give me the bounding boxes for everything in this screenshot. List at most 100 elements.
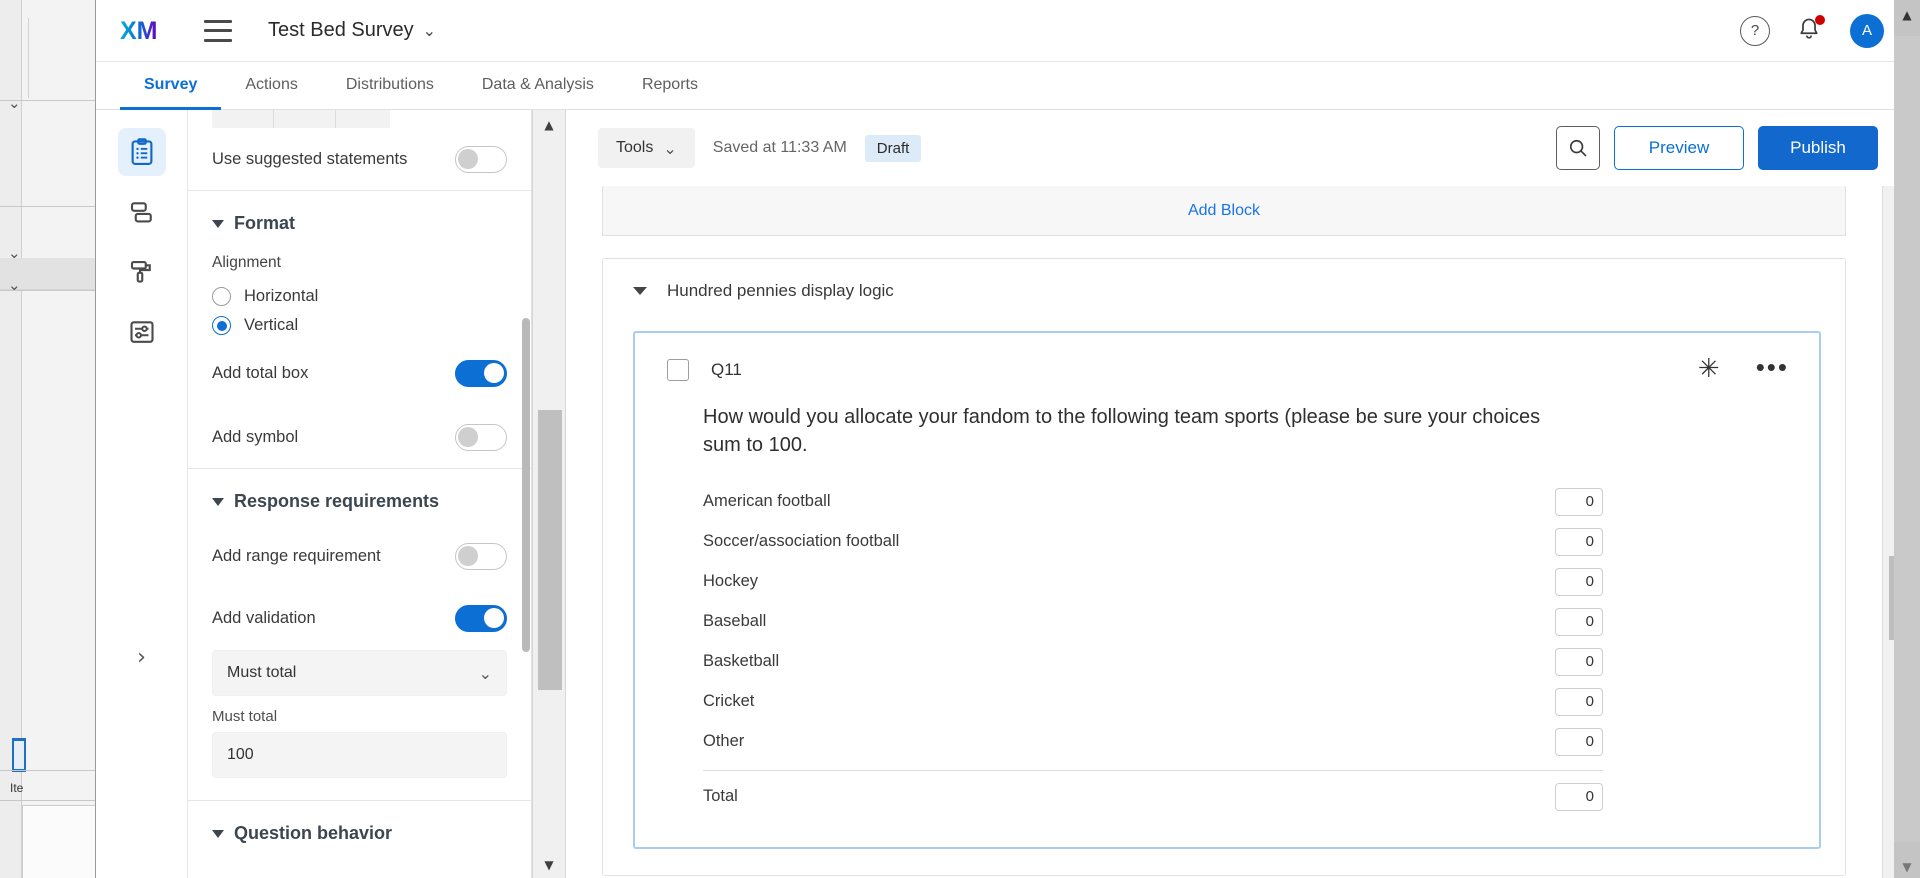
chip-3[interactable]: [336, 110, 390, 128]
survey-block-card: Hundred pennies display logic Q11 ✳ •••: [602, 258, 1846, 876]
more-options-icon[interactable]: •••: [1756, 355, 1789, 380]
survey-title-dropdown[interactable]: Test Bed Survey ⌄: [268, 19, 436, 42]
publish-button[interactable]: Publish: [1758, 126, 1878, 170]
format-section-header[interactable]: Format: [212, 191, 507, 248]
expand-panel-chevron-icon[interactable]: ›: [137, 645, 146, 670]
list-item: Baseball 0: [703, 602, 1603, 642]
add-symbol-toggle[interactable]: [455, 423, 507, 451]
settings-panel-scroll-thumb[interactable]: [522, 318, 530, 652]
clipboard-icon: [131, 138, 152, 165]
must-total-input[interactable]: 100: [212, 732, 507, 778]
choice-label[interactable]: American football: [703, 492, 830, 511]
sidebar-item-survey-builder[interactable]: [117, 128, 166, 176]
choice-label[interactable]: Other: [703, 732, 744, 751]
app-body: › Use suggested statements Format Alignm…: [96, 110, 1920, 878]
survey-title-text: Test Bed Survey: [268, 19, 414, 41]
sidebar-item-survey-flow[interactable]: [118, 188, 166, 236]
choice-value-input[interactable]: 0: [1555, 487, 1603, 516]
tab-reports[interactable]: Reports: [618, 63, 722, 110]
question-actions: ✳ •••: [1698, 355, 1789, 381]
search-icon: [1569, 139, 1587, 157]
add-range-requirement-toggle[interactable]: [455, 542, 507, 570]
chip-2[interactable]: [274, 110, 336, 128]
choice-label[interactable]: Hockey: [703, 572, 758, 591]
choice-label[interactable]: Cricket: [703, 692, 754, 711]
question-select-checkbox[interactable]: [667, 359, 689, 381]
choice-value-input[interactable]: 0: [1555, 687, 1603, 716]
question-text[interactable]: How would you allocate your fandom to th…: [703, 403, 1583, 460]
choice-value-input[interactable]: 0: [1555, 567, 1603, 596]
notifications-button[interactable]: [1796, 14, 1825, 46]
add-total-box-toggle[interactable]: [455, 359, 507, 387]
star-icon[interactable]: ✳: [1698, 355, 1720, 381]
screen: ⌄ ⌄ ⌄ Ite XM Test Bed Survey ⌄ ? A Surve…: [0, 0, 1920, 878]
choice-label[interactable]: Basketball: [703, 652, 779, 671]
chip-1[interactable]: [212, 110, 274, 128]
tab-distributions[interactable]: Distributions: [322, 63, 458, 110]
question-behavior-header[interactable]: Question behavior: [212, 801, 507, 858]
browser-scrollbar[interactable]: ▲ ▼: [1894, 0, 1920, 878]
background-chevron-1: ⌄: [8, 94, 21, 112]
add-symbol-row: Add symbol: [212, 406, 507, 468]
avatar[interactable]: A: [1850, 13, 1884, 48]
chevron-down-icon: ⌄: [422, 21, 437, 40]
use-suggested-statements-row: Use suggested statements: [212, 128, 507, 190]
xm-logo-icon[interactable]: XM: [120, 17, 168, 45]
question-card-q11[interactable]: Q11 ✳ ••• How would you allocate your fa…: [633, 331, 1821, 849]
scroll-down-arrow-icon[interactable]: ▼: [544, 858, 553, 872]
response-requirements-title: Response requirements: [234, 491, 440, 511]
response-requirements-header[interactable]: Response requirements: [212, 469, 507, 526]
choice-value-input[interactable]: 0: [1555, 727, 1603, 756]
top-header-bar: XM Test Bed Survey ⌄ ? A: [96, 0, 1920, 62]
tab-survey[interactable]: Survey: [120, 63, 222, 110]
chevron-down-icon: ⌄: [663, 138, 677, 158]
notification-dot: [1815, 14, 1825, 25]
choice-value-input[interactable]: 0: [1555, 647, 1603, 676]
question-header: Q11: [667, 359, 1783, 381]
choice-label[interactable]: Soccer/association football: [703, 532, 899, 551]
app-window: XM Test Bed Survey ⌄ ? A Survey Actions …: [96, 0, 1920, 878]
scroll-up-arrow-icon[interactable]: ▲: [544, 118, 553, 132]
tools-label: Tools: [616, 139, 654, 156]
add-validation-row: Add validation: [212, 586, 507, 650]
question-settings-panel: Use suggested statements Format Alignmen…: [188, 110, 532, 878]
add-total-box-label: Add total box: [212, 363, 309, 382]
list-item: Basketball 0: [703, 642, 1603, 682]
list-item: Other 0: [703, 722, 1603, 762]
search-button[interactable]: [1556, 126, 1600, 170]
tools-button[interactable]: Tools ⌄: [598, 128, 695, 168]
add-validation-toggle[interactable]: [455, 604, 507, 632]
list-item: Hockey 0: [703, 562, 1603, 602]
scroll-up-arrow-icon[interactable]: ▲: [1902, 8, 1911, 22]
background-chevron-3: ⌄: [8, 276, 21, 294]
use-suggested-statements-toggle[interactable]: [455, 145, 507, 173]
must-total-value: 100: [227, 746, 254, 763]
browser-scroll-thumb[interactable]: [1894, 36, 1920, 842]
choice-label[interactable]: Baseball: [703, 612, 766, 631]
settings-panel-scrollbar[interactable]: [521, 110, 531, 878]
nav-tabs: Survey Actions Distributions Data & Anal…: [96, 62, 1920, 110]
sidebar-item-survey-options[interactable]: [118, 308, 166, 356]
block-header[interactable]: Hundred pennies display logic: [603, 259, 1845, 321]
list-item: American football 0: [703, 482, 1603, 522]
scroll-down-arrow-icon[interactable]: ▼: [1902, 860, 1911, 874]
window-scroll-thumb[interactable]: [538, 410, 562, 690]
alignment-label: Alignment: [212, 254, 281, 271]
window-scrollbar[interactable]: ▲ ▼: [532, 110, 566, 878]
collapse-triangle-icon: [633, 287, 647, 295]
divider: [703, 769, 1603, 771]
help-icon[interactable]: ?: [1740, 15, 1770, 46]
svg-text:XM: XM: [120, 17, 158, 45]
preview-button[interactable]: Preview: [1614, 126, 1744, 170]
choice-value-input[interactable]: 0: [1555, 607, 1603, 636]
validation-type-select[interactable]: Must total ⌄: [212, 650, 507, 696]
add-validation-label: Add validation: [212, 608, 316, 627]
alignment-option-horizontal[interactable]: Horizontal: [212, 282, 507, 311]
add-block-link[interactable]: Add Block: [1188, 202, 1260, 220]
sidebar-item-look-and-feel[interactable]: [118, 248, 166, 296]
hamburger-menu-icon[interactable]: [204, 19, 232, 42]
tab-actions[interactable]: Actions: [221, 63, 321, 110]
alignment-option-vertical[interactable]: Vertical: [212, 311, 507, 340]
tab-data-analysis[interactable]: Data & Analysis: [458, 63, 618, 110]
choice-value-input[interactable]: 0: [1555, 527, 1603, 556]
